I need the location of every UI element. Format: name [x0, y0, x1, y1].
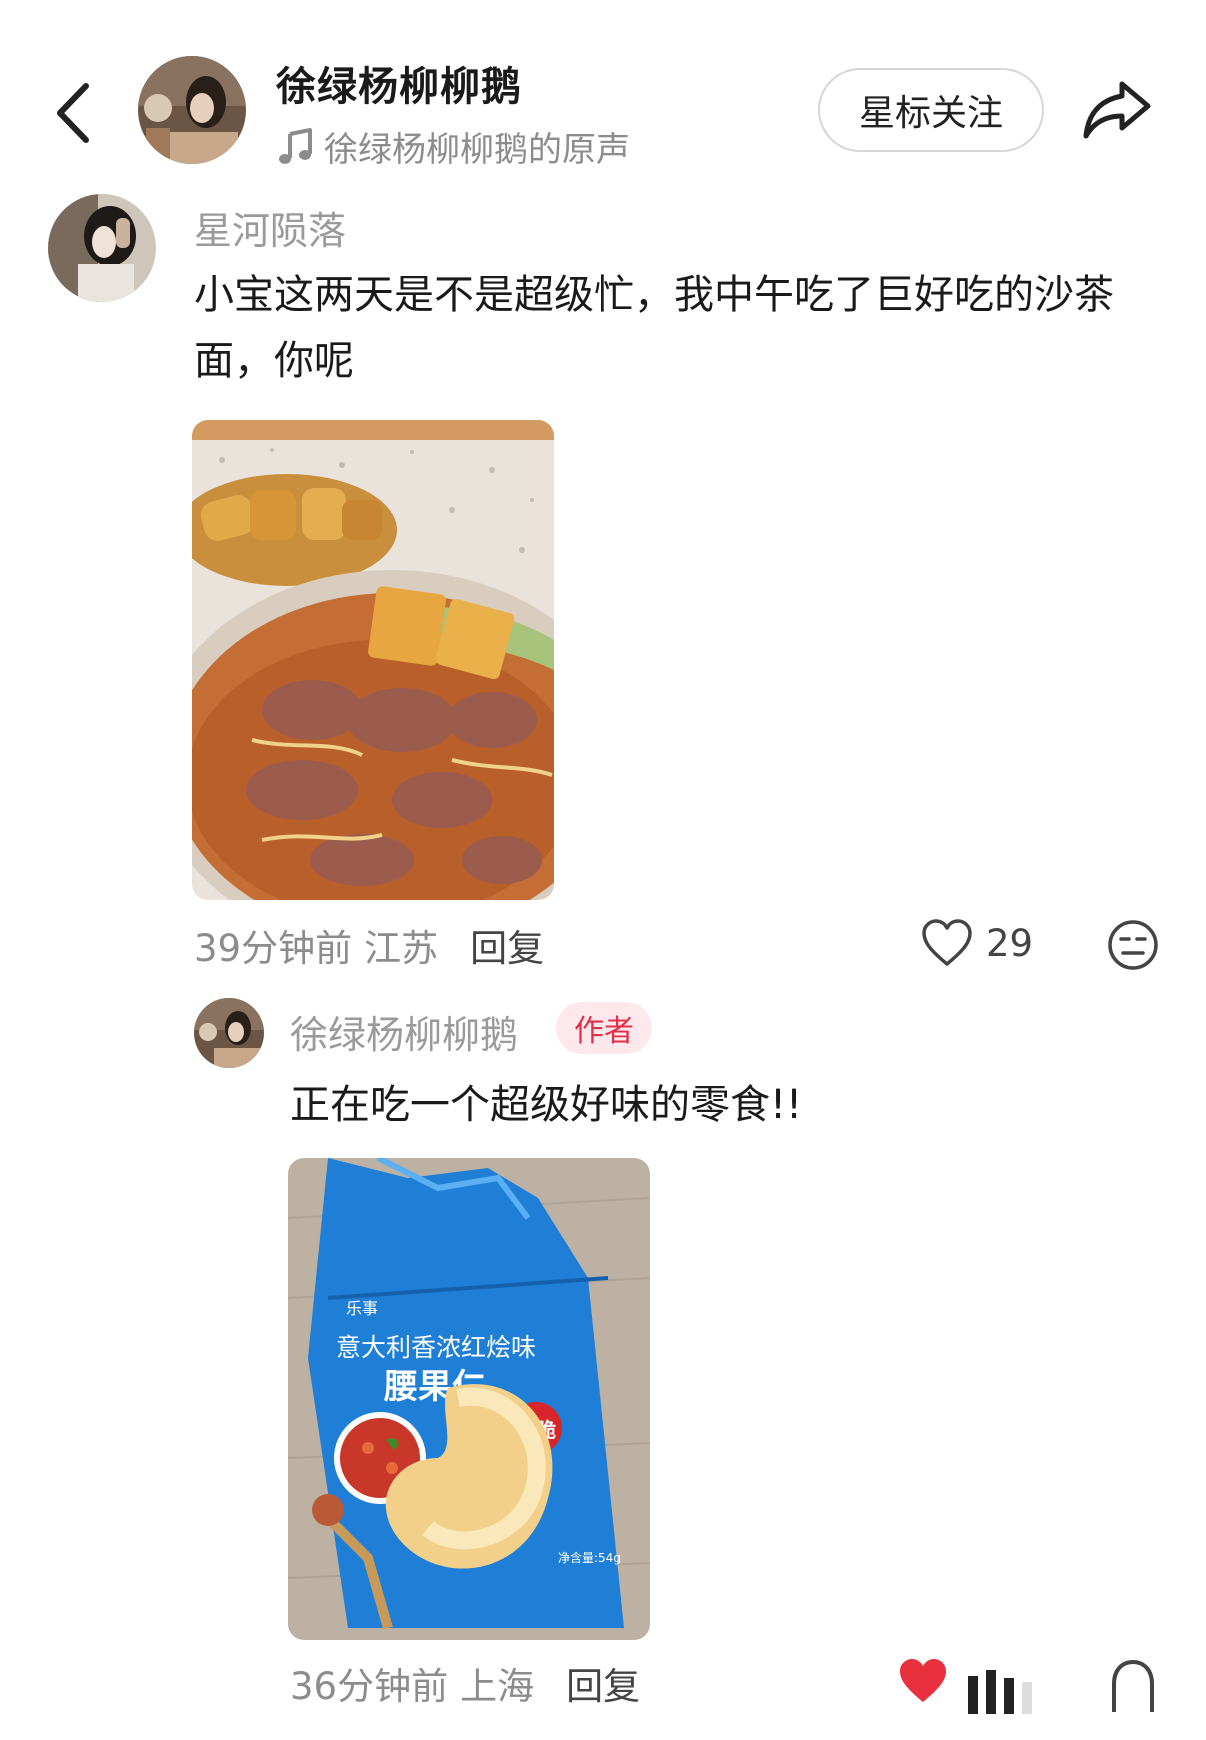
- heart-outline-icon: [922, 919, 972, 966]
- meh-face-icon[interactable]: [1106, 918, 1160, 972]
- heart-filled-icon[interactable]: [896, 1656, 950, 1706]
- original-sound-row[interactable]: 徐绿杨柳柳鹅的原声: [276, 122, 630, 171]
- snack-brand: 乐事: [346, 1300, 378, 1318]
- comment-like-count: 29: [986, 921, 1034, 965]
- original-sound-label: 徐绿杨柳柳鹅的原声: [324, 130, 630, 170]
- comment-like-button[interactable]: 29: [920, 918, 1033, 968]
- commenter-name[interactable]: 星河陨落: [194, 200, 346, 255]
- reply-reply-button[interactable]: 回复: [566, 1656, 640, 1710]
- audio-bars-icon: [968, 1670, 1032, 1714]
- reply-time: 36分钟前: [290, 1665, 449, 1708]
- reply-author-avatar[interactable]: [194, 998, 264, 1068]
- reply-author-name[interactable]: 徐绿杨柳柳鹅: [290, 1004, 518, 1059]
- header-avatar[interactable]: [138, 56, 246, 164]
- snack-weight: 净含量:54g: [558, 1550, 621, 1565]
- page-title: 徐绿杨柳柳鹅: [276, 64, 522, 110]
- comment-location: 江苏: [364, 927, 439, 970]
- comment-reply-button[interactable]: 回复: [470, 918, 544, 972]
- reply-meta: 36分钟前 上海 回复: [290, 1656, 640, 1710]
- back-chevron-icon[interactable]: [48, 78, 98, 148]
- comment-photo-noodles[interactable]: [192, 420, 554, 900]
- comment-meta: 39分钟前 江苏 回复: [194, 918, 544, 972]
- reply-photo-snack[interactable]: 乐事 意大利香浓红烩味 腰果仁 爆脆 净含量:54g: [288, 1158, 650, 1640]
- reply-location: 上海: [460, 1665, 535, 1708]
- follow-button[interactable]: 星标关注: [818, 68, 1044, 152]
- headphone-icon[interactable]: [1108, 1656, 1158, 1716]
- commenter-avatar[interactable]: [48, 194, 156, 302]
- music-note-icon: [279, 127, 312, 164]
- reply-text: 正在吃一个超级好味的零食!!: [290, 1082, 803, 1128]
- share-arrow-icon[interactable]: [1082, 76, 1154, 142]
- comment-time: 39分钟前: [194, 927, 353, 970]
- author-badge: 作者: [556, 1002, 652, 1054]
- snack-flavor: 意大利香浓红烩味: [336, 1333, 536, 1362]
- comment-text: 小宝这两天是不是超级忙，我中午吃了巨好吃的沙茶面，你呢: [194, 272, 1114, 384]
